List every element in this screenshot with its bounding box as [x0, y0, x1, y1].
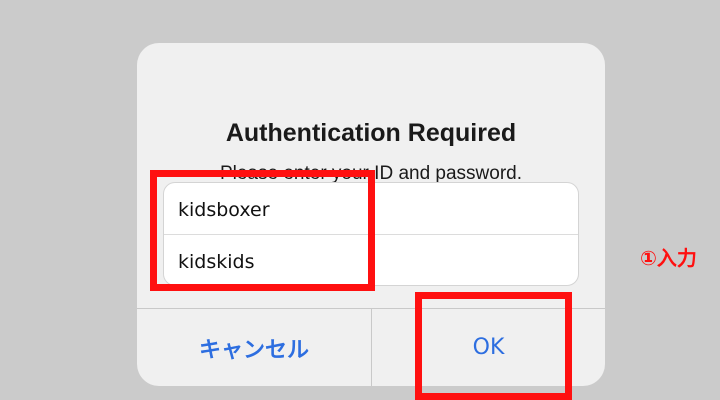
dialog-title: Authentication Required — [225, 119, 517, 147]
cancel-button[interactable]: キャンセル — [137, 309, 371, 386]
screen: Authentication Required Please enter you… — [0, 0, 720, 400]
credentials-input-group — [163, 182, 579, 286]
password-row — [164, 235, 578, 285]
step-annotation: ①入力 — [640, 246, 697, 270]
id-row — [164, 183, 578, 235]
auth-dialog: Authentication Required Please enter you… — [137, 43, 605, 386]
id-field[interactable] — [178, 197, 564, 223]
password-field[interactable] — [178, 249, 564, 275]
ok-button[interactable]: OK — [372, 309, 605, 386]
